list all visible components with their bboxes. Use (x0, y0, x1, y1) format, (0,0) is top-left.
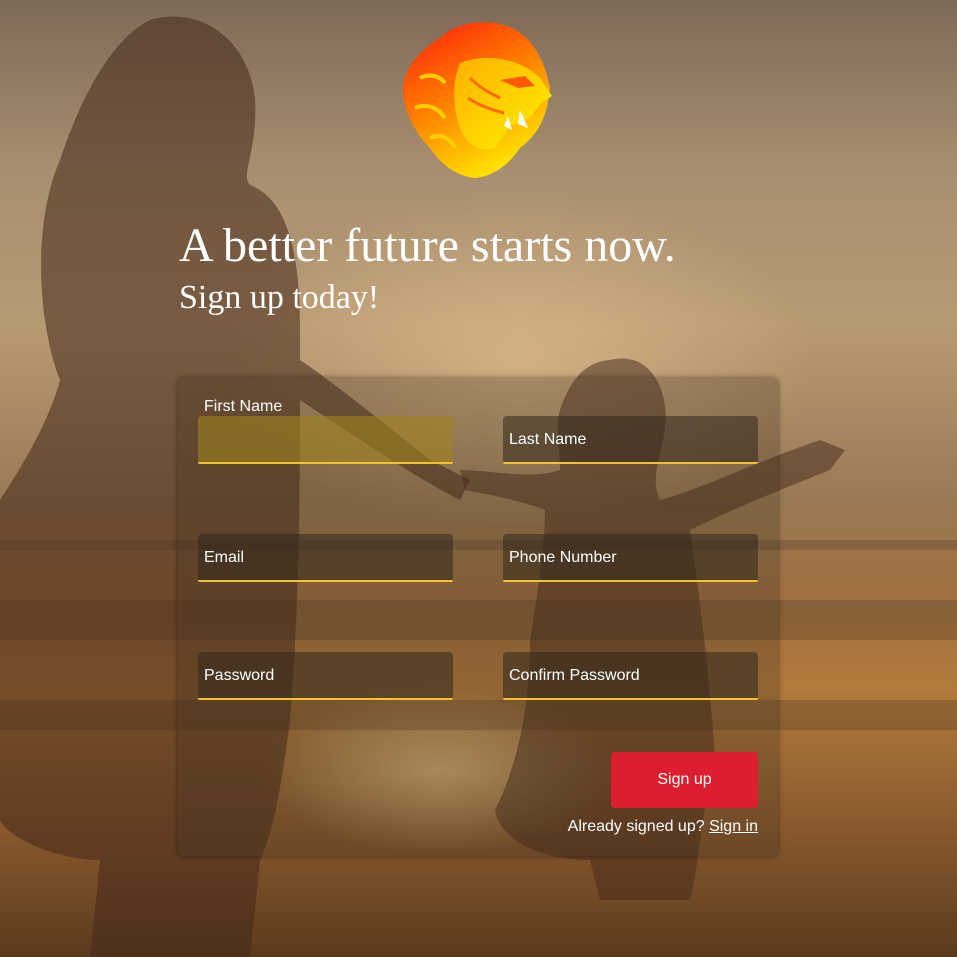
last-name-label: Last Name (509, 431, 587, 448)
first-name-field[interactable] (198, 416, 453, 464)
password-label: Password (204, 667, 275, 684)
lion-head-logo (400, 18, 556, 180)
sign-in-link[interactable]: Sign in (709, 818, 758, 835)
first-name-input[interactable] (198, 416, 453, 462)
sign-up-button[interactable]: Sign up (611, 752, 758, 808)
first-name-label: First Name (204, 398, 283, 415)
email-label: Email (204, 549, 245, 566)
phone-number-field[interactable]: Phone Number (503, 534, 758, 582)
email-field[interactable]: Email (198, 534, 453, 582)
hero-headline: A better future starts now. (179, 219, 676, 272)
password-field[interactable]: Password (198, 652, 453, 700)
sign-in-prompt: Already signed up? Sign in (560, 818, 758, 836)
hero-subheadline: Sign up today! (179, 279, 380, 316)
phone-number-label: Phone Number (509, 549, 617, 566)
confirm-password-field[interactable]: Confirm Password (503, 652, 758, 700)
last-name-field[interactable]: Last Name (503, 416, 758, 464)
lion-head-icon (402, 22, 552, 179)
sign-in-prompt-text: Already signed up? (567, 818, 705, 835)
confirm-password-label: Confirm Password (509, 667, 640, 684)
